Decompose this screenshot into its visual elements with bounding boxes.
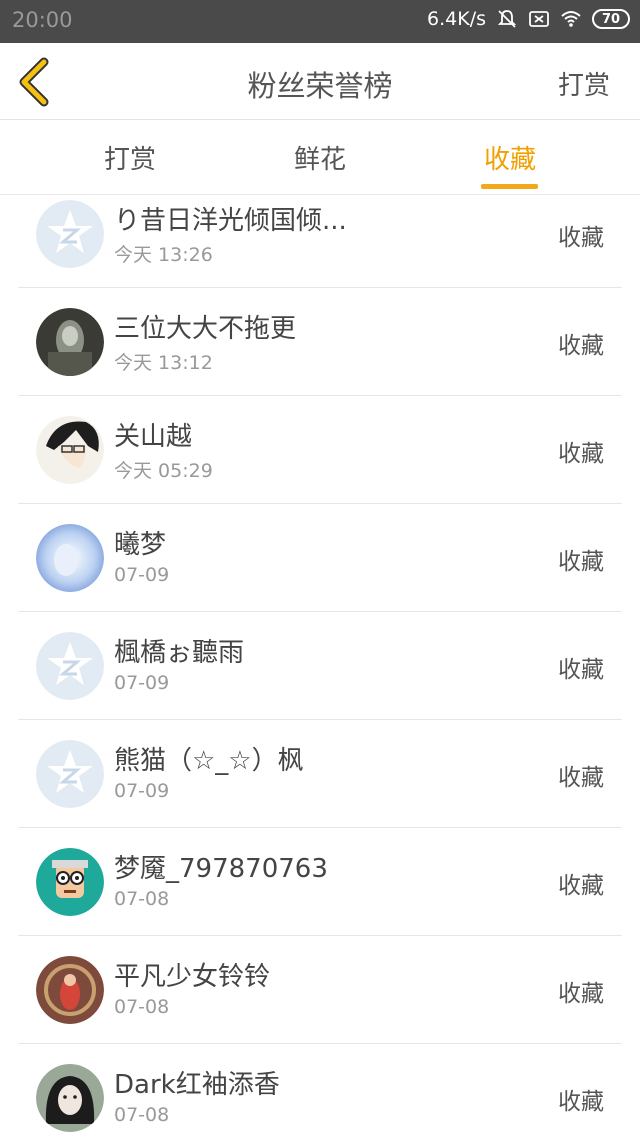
page-title: 粉丝荣誉榜 — [247, 69, 393, 103]
battery-icon: 70 — [592, 9, 630, 29]
timestamp: 今天 05:29 — [114, 460, 213, 482]
avatar — [36, 200, 104, 268]
action-label: 收藏 — [558, 333, 604, 359]
avatar — [36, 848, 104, 916]
avatar — [36, 632, 104, 700]
default-avatar-icon — [36, 200, 104, 268]
user-name: り昔日洋光倾国倾... — [114, 206, 347, 236]
sim-x-icon — [529, 11, 549, 27]
tab-bar: 打赏 鲜花 收藏 — [0, 121, 640, 195]
user-name: 梦魇_797870763 — [114, 854, 328, 884]
list-item[interactable]: 梦魇_797870763 07-08 收藏 — [0, 828, 640, 936]
list-item[interactable]: 三位大大不拖更 今天 13:12 收藏 — [0, 288, 640, 396]
reward-button[interactable]: 打赏 — [558, 65, 610, 102]
default-avatar-icon — [36, 632, 104, 700]
nav-bar: 粉丝荣誉榜 打赏 — [0, 43, 640, 120]
user-name: 楓橋ぉ聽雨 — [114, 638, 245, 668]
user-name: 熊猫（☆_☆）枫 — [114, 746, 304, 776]
timestamp: 07-08 — [114, 1104, 170, 1126]
action-label: 收藏 — [558, 657, 604, 683]
action-label: 收藏 — [558, 549, 604, 575]
pixel-avatar-icon — [36, 848, 104, 916]
tab-reward[interactable]: 打赏 — [70, 139, 190, 176]
active-tab-indicator — [481, 184, 538, 189]
user-name: 平凡少女铃铃 — [114, 962, 271, 992]
user-name: 曦梦 — [114, 530, 167, 560]
list-item[interactable]: り昔日洋光倾国倾... 今天 13:26 收藏 — [0, 196, 640, 288]
action-label: 收藏 — [558, 873, 604, 899]
list-item[interactable]: Dark红袖添香 07-08 收藏 — [0, 1044, 640, 1138]
bell-muted-icon — [497, 10, 517, 28]
default-avatar-icon — [36, 740, 104, 808]
timestamp: 07-09 — [114, 672, 170, 694]
status-right: 6.4K/s 70 — [427, 8, 630, 30]
timestamp: 今天 13:12 — [114, 352, 213, 374]
tab-favorites[interactable]: 收藏 — [450, 139, 570, 176]
list-item[interactable]: 曦梦 07-09 收藏 — [0, 504, 640, 612]
action-label: 收藏 — [558, 765, 604, 791]
anime-avatar-icon — [36, 416, 104, 484]
timestamp: 07-09 — [114, 564, 170, 586]
avatar — [36, 308, 104, 376]
art-avatar-icon — [36, 956, 104, 1024]
wifi-icon — [561, 11, 581, 27]
status-time: 20:00 — [12, 8, 73, 32]
fan-list[interactable]: り昔日洋光倾国倾... 今天 13:26 收藏 三位大大不拖更 今天 13:12… — [0, 196, 640, 1138]
action-label: 收藏 — [558, 441, 604, 467]
timestamp: 07-09 — [114, 780, 170, 802]
avatar — [36, 524, 104, 592]
avatar — [36, 740, 104, 808]
list-item[interactable]: 楓橋ぉ聽雨 07-09 收藏 — [0, 612, 640, 720]
timestamp: 今天 13:26 — [114, 244, 213, 266]
network-speed: 6.4K/s — [427, 8, 486, 30]
avatar — [36, 416, 104, 484]
avatar — [36, 956, 104, 1024]
user-name: 三位大大不拖更 — [114, 314, 297, 344]
timestamp: 07-08 — [114, 996, 170, 1018]
action-label: 收藏 — [558, 981, 604, 1007]
tab-flowers[interactable]: 鲜花 — [260, 139, 380, 176]
photo-avatar-icon — [36, 308, 104, 376]
anime-avatar-icon — [36, 524, 104, 592]
action-label: 收藏 — [558, 1089, 604, 1115]
status-bar: 20:00 6.4K/s 70 — [0, 0, 640, 43]
action-label: 收藏 — [558, 225, 604, 251]
user-name: 关山越 — [114, 422, 193, 452]
timestamp: 07-08 — [114, 888, 170, 910]
user-name: Dark红袖添香 — [114, 1070, 280, 1100]
list-item[interactable]: 平凡少女铃铃 07-08 收藏 — [0, 936, 640, 1044]
photo-avatar-icon — [36, 1064, 104, 1132]
list-item[interactable]: 关山越 今天 05:29 收藏 — [0, 396, 640, 504]
avatar — [36, 1064, 104, 1132]
list-item[interactable]: 熊猫（☆_☆）枫 07-09 收藏 — [0, 720, 640, 828]
